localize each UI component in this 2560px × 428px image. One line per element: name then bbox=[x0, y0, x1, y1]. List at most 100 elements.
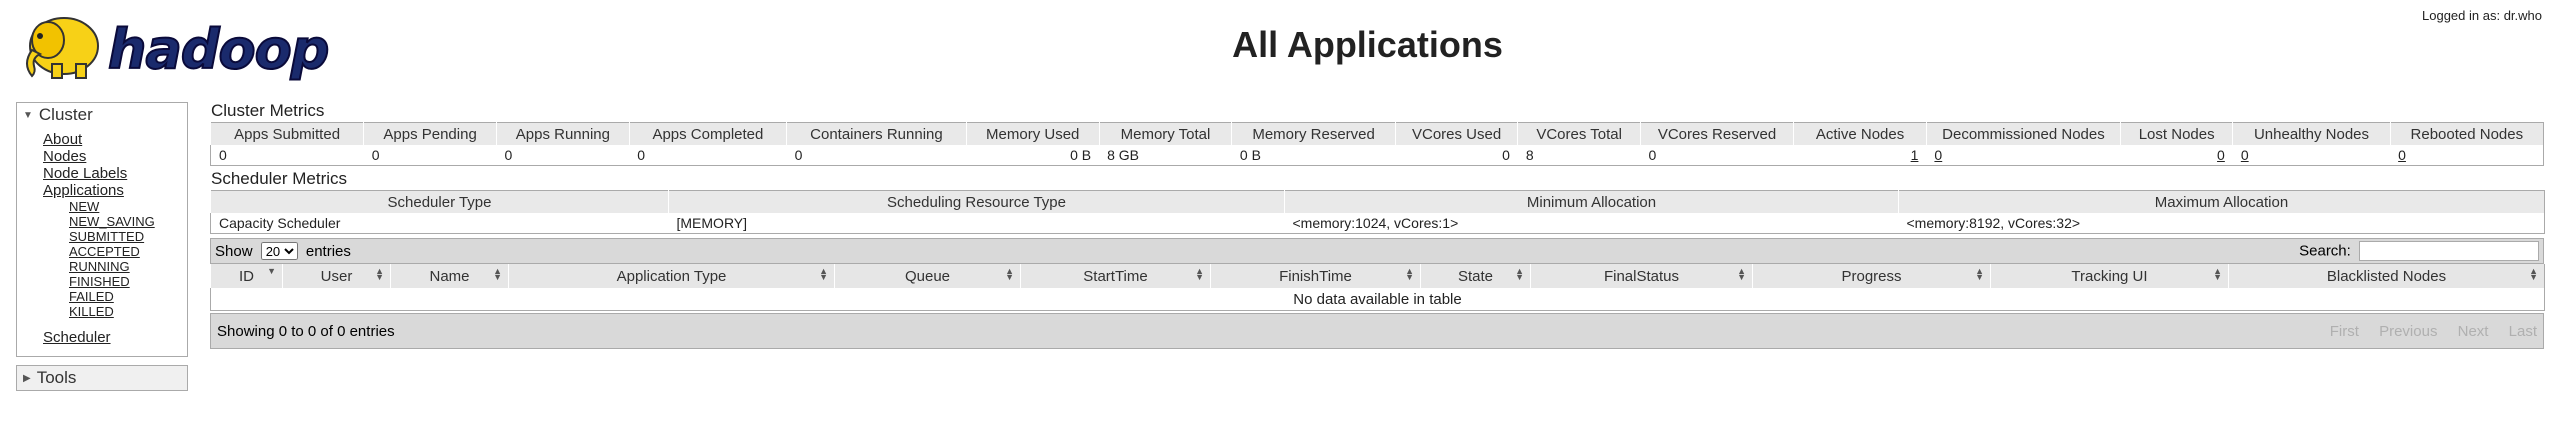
sort-both-icon: ▲ ▼ bbox=[819, 266, 828, 282]
column-header: Apps Completed bbox=[628, 122, 787, 145]
active-nodes-link[interactable]: 1 bbox=[1911, 147, 1919, 163]
empty-row: No data available in table bbox=[210, 288, 2545, 311]
resource-type-value: [MEMORY] bbox=[668, 213, 1285, 234]
tools-nav-label: Tools bbox=[36, 368, 77, 387]
next-page-button[interactable]: Next bbox=[2458, 323, 2489, 340]
column-header: Memory Reserved bbox=[1231, 122, 1396, 145]
nav-link-state-killed[interactable]: KILLED bbox=[69, 304, 187, 319]
nav-link-about[interactable]: About bbox=[43, 131, 187, 148]
column-header: Rebooted Nodes bbox=[2389, 122, 2544, 145]
sidebar: ▼ Cluster About Nodes Node Labels Applic… bbox=[16, 102, 188, 391]
metric-value: 0 B bbox=[966, 145, 1100, 166]
column-header: Apps Running bbox=[495, 122, 630, 145]
sort-header-user[interactable]: User ▲ ▼ bbox=[282, 264, 391, 288]
metric-value: 8 bbox=[1517, 145, 1641, 166]
nav-link-state-submitted[interactable]: SUBMITTED bbox=[69, 229, 187, 244]
sort-both-icon: ▲ ▼ bbox=[1515, 266, 1524, 282]
column-header: Maximum Allocation bbox=[1898, 190, 2545, 213]
sort-header-finishtime[interactable]: FinishTime ▲ ▼ bbox=[1210, 264, 1421, 288]
last-page-button[interactable]: Last bbox=[2509, 323, 2537, 340]
search-input[interactable] bbox=[2359, 241, 2539, 261]
cluster-metrics-table: Apps Submitted Apps Pending Apps Running… bbox=[209, 122, 2544, 166]
nav-link-applications[interactable]: Applications bbox=[43, 182, 187, 199]
sort-header-starttime[interactable]: StartTime ▲ ▼ bbox=[1020, 264, 1211, 288]
column-header: Minimum Allocation bbox=[1284, 190, 1899, 213]
metric-value: 0 bbox=[210, 145, 364, 166]
page-size-select[interactable]: 20 bbox=[260, 242, 298, 260]
nav-link-state-new-saving[interactable]: NEW_SAVING bbox=[69, 214, 187, 229]
cluster-nav-header[interactable]: ▼ Cluster bbox=[17, 103, 187, 127]
page-title: All Applications bbox=[1232, 24, 1503, 65]
unhealthy-nodes-link[interactable]: 0 bbox=[2241, 147, 2249, 163]
table-footer: Showing 0 to 0 of 0 entries First Previo… bbox=[210, 313, 2544, 349]
applications-header-row: ID ▼ User ▲ ▼ Name ▲ ▼ Application Type ▲ ▼ Que… bbox=[210, 264, 2545, 288]
sort-header-progress[interactable]: Progress ▲ ▼ bbox=[1752, 264, 1991, 288]
column-header: VCores Reserved bbox=[1639, 122, 1794, 145]
column-header: Apps Submitted bbox=[209, 122, 364, 145]
nav-link-state-accepted[interactable]: ACCEPTED bbox=[69, 244, 187, 259]
column-header: Lost Nodes bbox=[2119, 122, 2233, 145]
search-label: Search: bbox=[2299, 242, 2351, 260]
cluster-nav: ▼ Cluster About Nodes Node Labels Applic… bbox=[16, 102, 188, 357]
metric-value: 0 bbox=[1640, 145, 1794, 166]
column-header: Scheduler Type bbox=[210, 190, 669, 213]
entries-label: entries bbox=[305, 243, 351, 260]
metric-value: 0 bbox=[1395, 145, 1518, 166]
app-state-links: NEW NEW_SAVING SUBMITTED ACCEPTED RUNNIN… bbox=[43, 199, 187, 319]
min-allocation-value: <memory:1024, vCores:1> bbox=[1284, 213, 1899, 234]
first-page-button[interactable]: First bbox=[2330, 323, 2359, 340]
nav-link-state-new[interactable]: NEW bbox=[69, 199, 187, 214]
scheduler-type-value: Capacity Scheduler bbox=[210, 213, 669, 234]
column-header: VCores Total bbox=[1517, 122, 1641, 145]
triangle-right-icon: ▶ bbox=[23, 372, 31, 384]
sort-header-name[interactable]: Name ▲ ▼ bbox=[390, 264, 509, 288]
sort-both-icon: ▲ ▼ bbox=[375, 266, 384, 282]
column-header: Apps Pending bbox=[363, 122, 497, 145]
sort-desc-icon: ▼ bbox=[267, 266, 276, 276]
nav-link-node-labels[interactable]: Node Labels bbox=[43, 165, 187, 182]
column-header: Active Nodes bbox=[1793, 122, 1927, 145]
metric-value: 0 bbox=[786, 145, 967, 166]
sort-header-state[interactable]: State ▲ ▼ bbox=[1420, 264, 1531, 288]
cluster-metrics-value-row: 0 0 0 0 0 0 B 8 GB 0 B 0 8 0 1 0 0 0 0 bbox=[210, 145, 2544, 166]
sort-header-queue[interactable]: Queue ▲ ▼ bbox=[834, 264, 1021, 288]
scheduler-metrics-header-row: Scheduler Type Scheduling Resource Type … bbox=[210, 190, 2545, 213]
scheduler-metrics-value-row: Capacity Scheduler [MEMORY] <memory:1024… bbox=[210, 213, 2545, 234]
nav-link-state-finished[interactable]: FINISHED bbox=[69, 274, 187, 289]
decommissioned-nodes-link[interactable]: 0 bbox=[1934, 147, 1942, 163]
lost-nodes-link[interactable]: 0 bbox=[2217, 147, 2225, 163]
sort-header-blacklisted-nodes[interactable]: Blacklisted Nodes ▲ ▼ bbox=[2228, 264, 2545, 288]
cluster-nav-body: About Nodes Node Labels Applications NEW… bbox=[17, 127, 187, 356]
nav-link-state-failed[interactable]: FAILED bbox=[69, 289, 187, 304]
column-header: Decommissioned Nodes bbox=[1925, 122, 2121, 145]
sort-both-icon: ▲ ▼ bbox=[493, 266, 502, 282]
previous-page-button[interactable]: Previous bbox=[2379, 323, 2437, 340]
nav-link-nodes[interactable]: Nodes bbox=[43, 148, 187, 165]
sort-header-finalstatus[interactable]: FinalStatus ▲ ▼ bbox=[1530, 264, 1753, 288]
tools-nav-header[interactable]: ▶ Tools bbox=[17, 366, 187, 390]
sort-both-icon: ▲ ▼ bbox=[1737, 266, 1746, 282]
sort-header-id[interactable]: ID ▼ bbox=[210, 264, 283, 288]
sort-both-icon: ▲ ▼ bbox=[1195, 266, 1204, 282]
sort-both-icon: ▲ ▼ bbox=[2213, 266, 2222, 282]
column-header: VCores Used bbox=[1394, 122, 1518, 145]
max-allocation-value: <memory:8192, vCores:32> bbox=[1898, 213, 2545, 234]
empty-message: No data available in table bbox=[210, 288, 2545, 311]
sort-both-icon: ▲ ▼ bbox=[1005, 266, 1014, 282]
search-control: Search: bbox=[2299, 241, 2539, 261]
main-content: Cluster Metrics Apps Submitted Apps Pend… bbox=[209, 100, 2545, 349]
sort-both-icon: ▲ ▼ bbox=[1975, 266, 1984, 282]
sort-header-application-type[interactable]: Application Type ▲ ▼ bbox=[508, 264, 835, 288]
logged-in-user: Logged in as: dr.who bbox=[2422, 8, 2542, 23]
column-header: Memory Total bbox=[1098, 122, 1232, 145]
metric-value: 0 bbox=[496, 145, 630, 166]
sort-header-tracking-ui[interactable]: Tracking UI ▲ ▼ bbox=[1990, 264, 2229, 288]
metric-value: 0 bbox=[629, 145, 787, 166]
table-info: Showing 0 to 0 of 0 entries bbox=[217, 322, 395, 340]
applications-table: ID ▼ User ▲ ▼ Name ▲ ▼ Application Type ▲ ▼ Que… bbox=[210, 264, 2545, 311]
nav-link-scheduler[interactable]: Scheduler bbox=[43, 329, 187, 346]
nav-link-state-running[interactable]: RUNNING bbox=[69, 259, 187, 274]
rebooted-nodes-link[interactable]: 0 bbox=[2398, 147, 2406, 163]
column-header: Scheduling Resource Type bbox=[668, 190, 1285, 213]
metric-value: 0 bbox=[363, 145, 497, 166]
